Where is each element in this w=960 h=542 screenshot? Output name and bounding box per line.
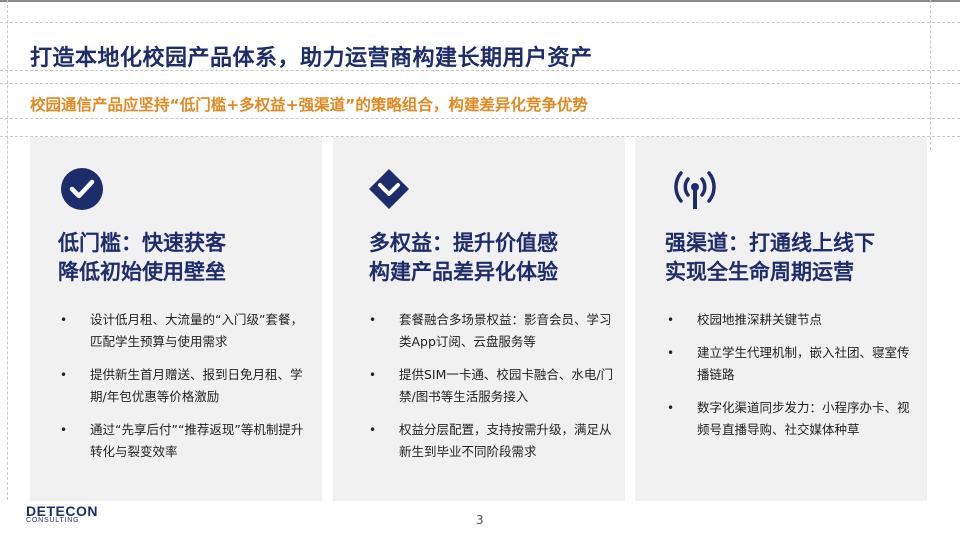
guide-line: [0, 118, 960, 119]
list-item: • 设计低月租、大流量的“入门级”套餐，匹配学生预算与使用需求: [58, 309, 308, 353]
list-item: • 权益分层配置，支持按需升级，满足从新生到毕业不同阶段需求: [367, 419, 617, 463]
card-heading-line2: 降低初始使用壁垒: [58, 260, 226, 284]
card-heading: 低门槛：快速获客 降低初始使用壁垒: [58, 229, 226, 287]
slide-subtitle: 校园通信产品应坚持“低门槛+多权益+强渠道”的策略组合，构建差异化竞争优势: [30, 96, 588, 114]
bullet-text: 权益分层配置，支持按需升级，满足从新生到毕业不同阶段需求: [399, 422, 612, 459]
bullet-dot: •: [369, 423, 377, 437]
bullet-list: • 套餐融合多场景权益：影音会员、学习类App订阅、云盘服务等 • 提供SIM一卡通…: [367, 309, 617, 474]
list-item: • 套餐融合多场景权益：影音会员、学习类App订阅、云盘服务等: [367, 309, 617, 353]
bullet-dot: •: [667, 401, 675, 415]
card-heading-line2: 实现全生命周期运营: [665, 260, 854, 284]
card-low-threshold: 低门槛：快速获客 降低初始使用壁垒 • 设计低月租、大流量的“入门级”套餐，匹配学…: [30, 137, 322, 501]
bullet-text: 设计低月租、大流量的“入门级”套餐，匹配学生预算与使用需求: [90, 312, 303, 349]
bullet-dot: •: [667, 313, 675, 327]
bullet-text: 通过“先享后付”“推荐返现”等机制提升转化与裂变效率: [90, 422, 304, 459]
card-heading-line1: 低门槛：快速获客: [58, 231, 226, 255]
page-number: 3: [476, 513, 484, 527]
bullet-text: 校园地推深耕关键节点: [697, 312, 823, 327]
bullet-text: 提供新生首月赠送、报到日免月租、学期/年包优惠等价格激励: [90, 367, 303, 404]
bullet-text: 建立学生代理机制，嵌入社团、寝室传播链路: [697, 345, 910, 382]
list-item: • 提供新生首月赠送、报到日免月租、学期/年包优惠等价格激励: [58, 364, 308, 408]
bullet-list: • 设计低月租、大流量的“入门级”套餐，匹配学生预算与使用需求 • 提供新生首月赠送…: [58, 309, 308, 474]
slide-top-border: [0, 0, 960, 2]
guide-line: [0, 22, 960, 23]
detecon-logo: DETECON CONSULTING: [26, 503, 98, 524]
list-item: • 提供SIM一卡通、校园卡融合、水电/门禁/图书等生活服务接入: [367, 364, 617, 408]
list-item: • 通过“先享后付”“推荐返现”等机制提升转化与裂变效率: [58, 419, 308, 463]
slide-title: 打造本地化校园产品体系，助力运营商构建长期用户资产: [30, 46, 593, 71]
guide-line: [7, 0, 8, 500]
signal-tower-icon: [674, 171, 716, 209]
card-heading: 多权益：提升价值感 构建产品差异化体验: [369, 229, 558, 287]
list-item: • 校园地推深耕关键节点: [665, 309, 915, 331]
guide-line: [0, 83, 960, 84]
card-heading-line2: 构建产品差异化体验: [369, 260, 558, 284]
card-multi-benefit: 多权益：提升价值感 构建产品差异化体验 • 套餐融合多场景权益：影音会员、学习类A…: [333, 137, 625, 501]
list-item: • 建立学生代理机制，嵌入社团、寝室传播链路: [665, 342, 915, 386]
guide-line: [930, 0, 931, 150]
list-item: • 数字化渠道同步发力：小程序办卡、视频号直播导购、社交媒体种草: [665, 397, 915, 441]
card-heading: 强渠道：打通线上线下 实现全生命周期运营: [665, 229, 875, 287]
bullet-text: 提供SIM一卡通、校园卡融合、水电/门禁/图书等生活服务接入: [399, 367, 614, 404]
bullet-dot: •: [369, 368, 377, 382]
card-heading-line1: 强渠道：打通线上线下: [665, 231, 875, 255]
bullet-dot: •: [60, 313, 68, 327]
diamond-badge-icon: [369, 169, 409, 209]
bullet-text: 套餐融合多场景权益：影音会员、学习类App订阅、云盘服务等: [399, 312, 612, 349]
bullet-list: • 校园地推深耕关键节点 • 建立学生代理机制，嵌入社团、寝室传播链路 • 数字化渠道…: [665, 309, 915, 452]
bullet-dot: •: [369, 313, 377, 327]
bullet-dot: •: [60, 423, 68, 437]
card-strong-channel: 强渠道：打通线上线下 实现全生命周期运营 • 校园地推深耕关键节点 • 建立学生代理…: [635, 137, 927, 501]
check-circle-icon: [61, 168, 103, 210]
card-heading-line1: 多权益：提升价值感: [369, 231, 558, 255]
bullet-dot: •: [60, 368, 68, 382]
bullet-text: 数字化渠道同步发力：小程序办卡、视频号直播导购、社交媒体种草: [697, 400, 910, 437]
bullet-dot: •: [667, 346, 675, 360]
